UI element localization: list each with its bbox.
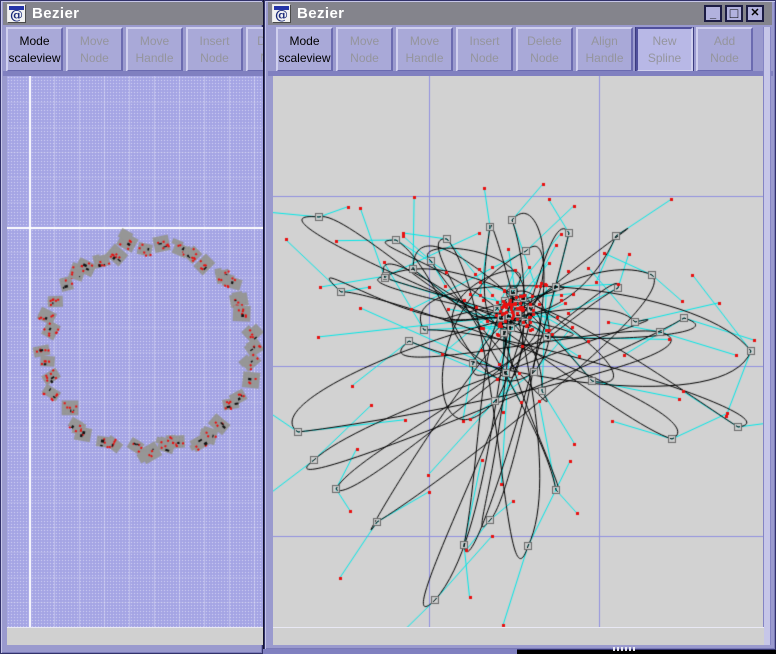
toolbar-button-label: Move bbox=[338, 33, 391, 50]
minimize-button[interactable]: _ bbox=[704, 5, 722, 22]
titlebar[interactable]: @ Bezier _□✕ bbox=[268, 2, 772, 25]
toolbar-button-delete-node[interactable]: DeleteNode bbox=[246, 27, 263, 72]
toolbar-button-label: Node bbox=[68, 50, 121, 67]
toolbar-button-label: Move bbox=[398, 33, 451, 50]
window-controls: _□✕ bbox=[704, 5, 772, 22]
toolbar-button-mode-scaleview[interactable]: Modescaleview bbox=[6, 27, 63, 72]
toolbar-button-move-handle[interactable]: MoveHandle bbox=[126, 27, 183, 72]
toolbar-button-label: Mode bbox=[8, 33, 61, 50]
window-bezier-front: @ Bezier _□✕ ModescaleviewMoveNodeMoveHa… bbox=[263, 0, 776, 650]
toolbar-button-insert-node[interactable]: InsertNode bbox=[456, 27, 513, 72]
toolbar-button-move-node[interactable]: MoveNode bbox=[66, 27, 123, 72]
desktop-background: @ Bezier ModescaleviewMoveNodeMoveHandle… bbox=[0, 0, 776, 654]
toolbar-button-label: Add bbox=[698, 33, 751, 50]
toolbar-button-label: Align bbox=[578, 33, 631, 50]
toolbar-button-label: Delete bbox=[248, 33, 263, 50]
toolbar-button-label: Node bbox=[338, 50, 391, 67]
scaleview-area bbox=[7, 76, 263, 627]
app-icon: @ bbox=[272, 4, 291, 23]
resize-grip-dots[interactable] bbox=[613, 647, 635, 651]
toolbar-button-align-handle[interactable]: AlignHandle bbox=[576, 27, 633, 72]
toolbar: ModescaleviewMoveNodeMoveHandleInsertNod… bbox=[6, 27, 263, 72]
toolbar-button-label: Spline bbox=[638, 50, 691, 67]
scaleview-canvas[interactable] bbox=[7, 76, 263, 627]
toolbar-button-label: Move bbox=[128, 33, 181, 50]
window-bezier-back: @ Bezier ModescaleviewMoveNodeMoveHandle… bbox=[0, 0, 263, 654]
toolbar-button-label: Node bbox=[188, 50, 241, 67]
toolbar-button-label: scaleview bbox=[278, 50, 331, 67]
toolbar-button-label: Node bbox=[518, 50, 571, 67]
close-button[interactable]: ✕ bbox=[746, 5, 764, 22]
toolbar-button-new-spline[interactable]: NewSpline bbox=[636, 27, 693, 72]
toolbar-button-label: Handle bbox=[578, 50, 631, 67]
toolbar-button-label: scaleview bbox=[8, 50, 61, 67]
toolbar-button-label: Move bbox=[68, 33, 121, 50]
toolbar-button-label: Handle bbox=[128, 50, 181, 67]
toolbar-button-label: Insert bbox=[458, 33, 511, 50]
toolbar-button-label: Node bbox=[248, 50, 263, 67]
toolbar-button-delete-node[interactable]: DeleteNode bbox=[516, 27, 573, 72]
toolbar-button-add-node[interactable]: AddNode bbox=[696, 27, 753, 72]
window-bottom-border bbox=[263, 649, 517, 654]
toolbar-button-move-handle[interactable]: MoveHandle bbox=[396, 27, 453, 72]
toolbar-button-label: Handle bbox=[398, 50, 451, 67]
toolbar-button-label: Mode bbox=[278, 33, 331, 50]
window-title: Bezier bbox=[297, 5, 344, 22]
spline-canvas[interactable] bbox=[273, 76, 764, 628]
maximize-button[interactable]: □ bbox=[725, 5, 743, 22]
app-icon: @ bbox=[7, 4, 26, 23]
horizontal-scroll-area[interactable] bbox=[273, 627, 764, 645]
spline-edit-area bbox=[273, 76, 764, 628]
toolbar-button-insert-node[interactable]: InsertNode bbox=[186, 27, 243, 72]
toolbar-button-label: Node bbox=[458, 50, 511, 67]
toolbar-button-label: Delete bbox=[518, 33, 571, 50]
vertical-scroll-strip[interactable] bbox=[763, 27, 771, 645]
toolbar-button-label: Node bbox=[698, 50, 751, 67]
window-title: Bezier bbox=[32, 5, 79, 22]
toolbar-button-move-node[interactable]: MoveNode bbox=[336, 27, 393, 72]
toolbar-button-label: Insert bbox=[188, 33, 241, 50]
toolbar-button-label: New bbox=[638, 33, 691, 50]
app-icon-glyph: @ bbox=[8, 8, 25, 22]
toolbar-button-mode-scaleview[interactable]: Modescaleview bbox=[276, 27, 333, 72]
toolbar: ModescaleviewMoveNodeMoveHandleInsertNod… bbox=[276, 27, 763, 72]
app-icon-glyph: @ bbox=[273, 8, 290, 22]
titlebar[interactable]: @ Bezier bbox=[3, 2, 263, 25]
horizontal-scroll-area[interactable] bbox=[7, 627, 263, 645]
